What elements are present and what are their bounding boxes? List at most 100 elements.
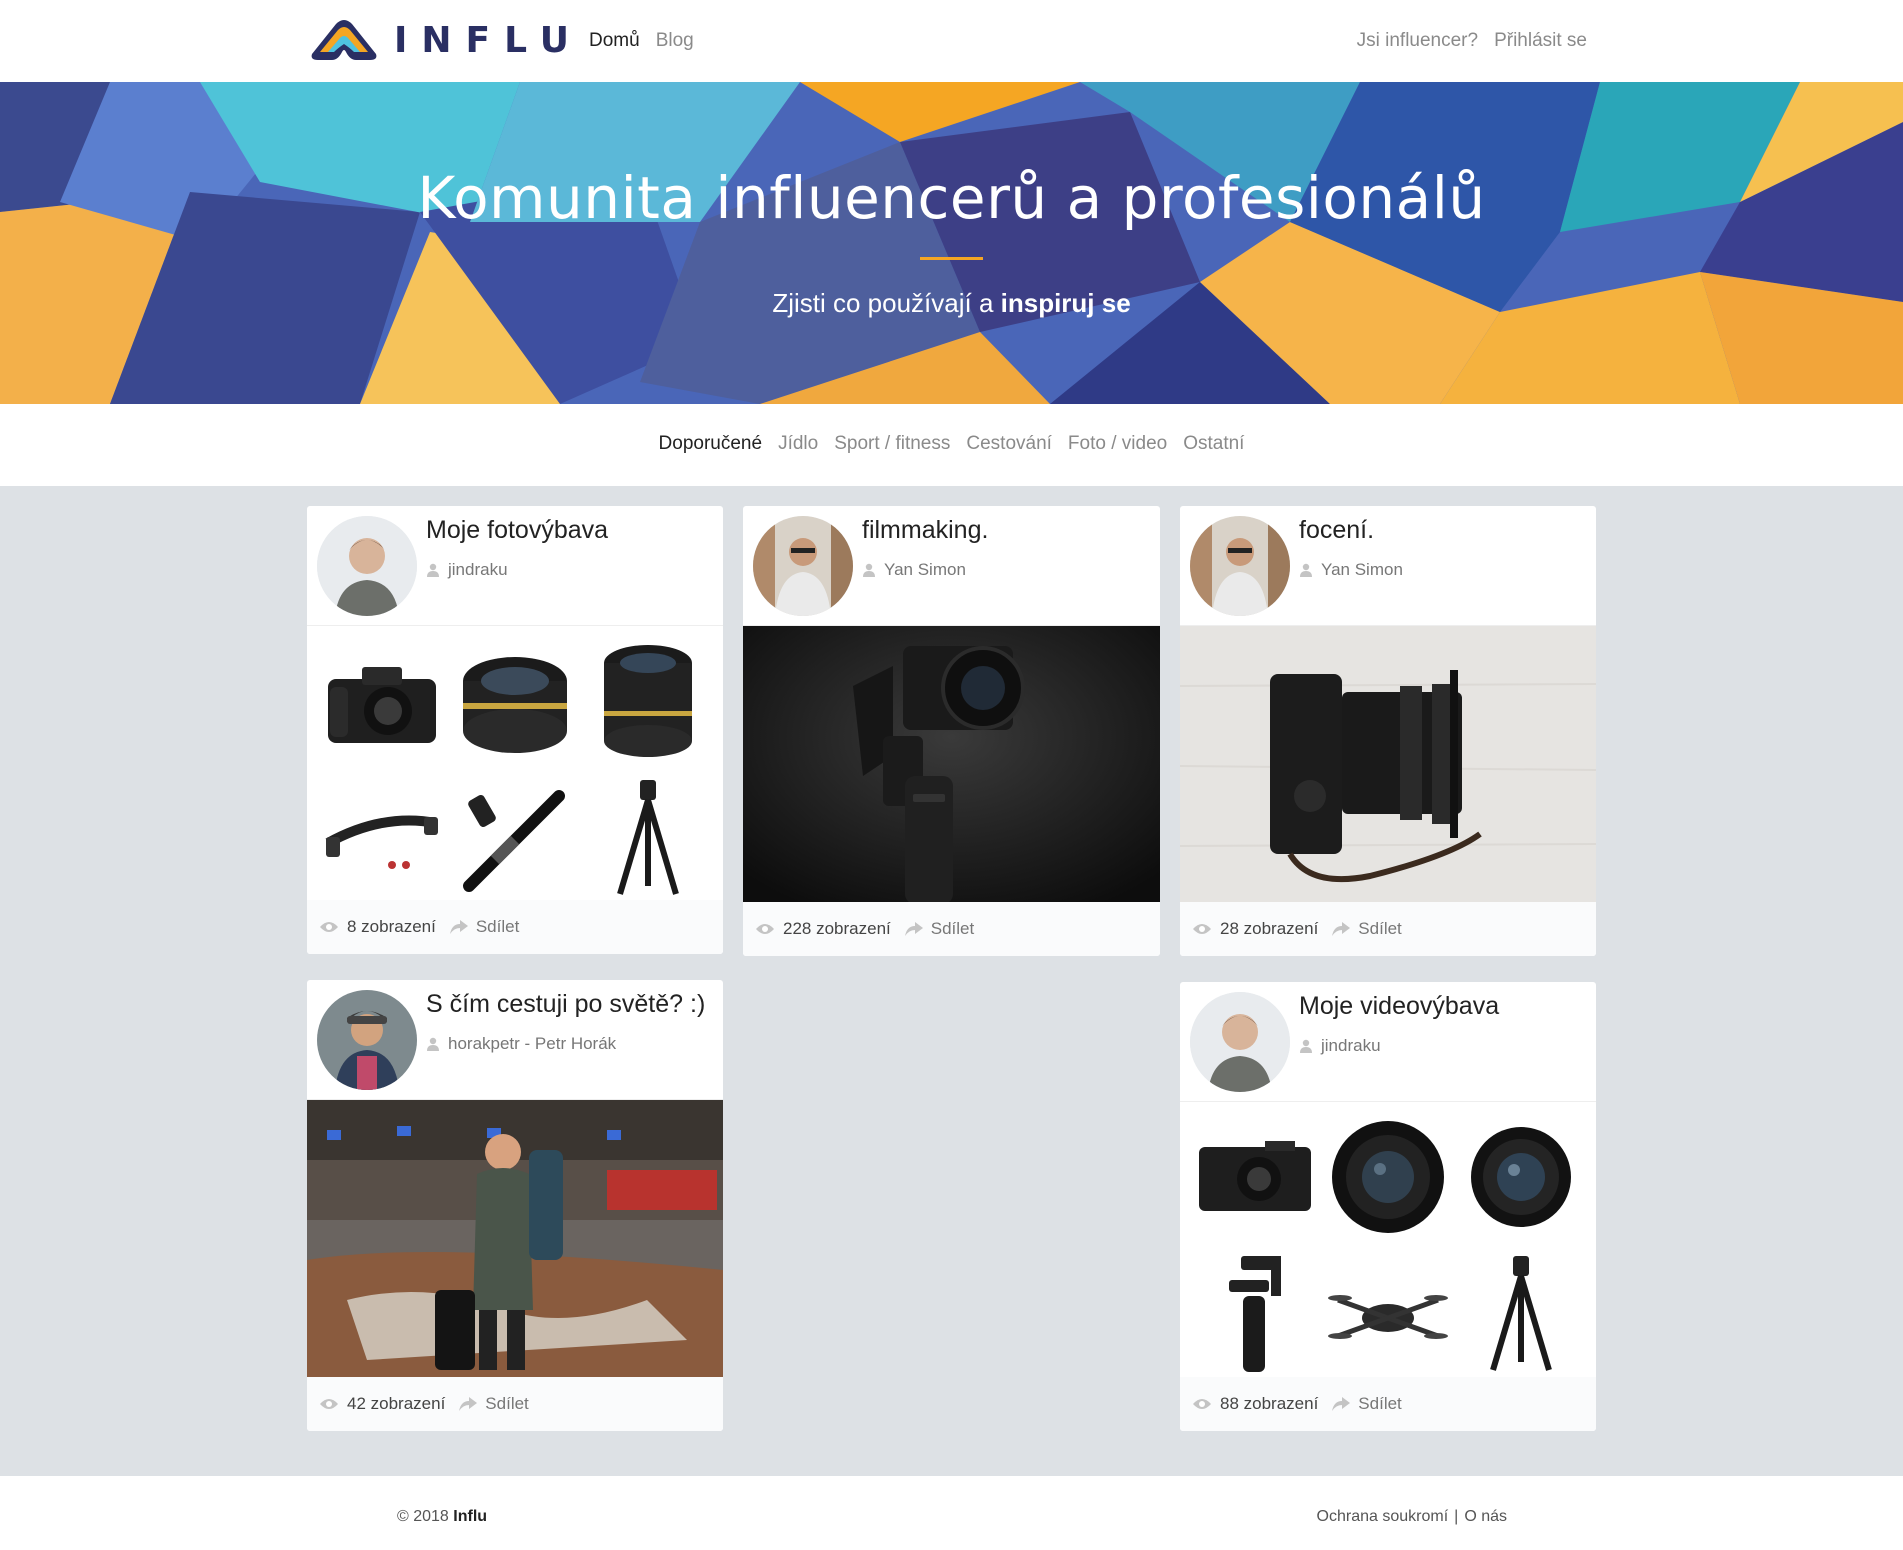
share-button[interactable]: Sdílet — [1332, 1394, 1402, 1414]
copyright: © 2018 Influ — [397, 1508, 487, 1526]
share-button[interactable]: Sdílet — [904, 919, 975, 939]
views-label: 28 zobrazení — [1220, 919, 1319, 938]
nav-login-link[interactable]: Přihlásit se — [1494, 30, 1587, 52]
eye-icon — [1193, 1399, 1211, 1409]
copyright-brand: Influ — [453, 1508, 488, 1525]
author-avatar[interactable] — [753, 516, 853, 616]
user-icon — [1300, 563, 1312, 577]
share-arrow-icon — [1332, 1397, 1351, 1411]
lens-kit-image — [582, 632, 715, 769]
top-navbar: INFLU Domů Blog Jsi influencer? Přihlási… — [0, 0, 1903, 82]
drone-image — [1321, 1245, 1454, 1382]
tab-doporucene[interactable]: Doporučené — [659, 433, 763, 455]
tab-sport-fitness[interactable]: Sport / fitness — [834, 433, 950, 455]
hero-subtitle-text: Zjisti co používají a — [772, 288, 994, 318]
share-arrow-icon — [459, 1397, 478, 1411]
views-count: 28 zobrazení — [1192, 919, 1318, 939]
card-footer: 88 zobrazení Sdílet — [1180, 1377, 1596, 1431]
footer-separator: | — [1454, 1508, 1459, 1525]
card-author[interactable]: horakpetr - Petr Horák — [426, 1034, 616, 1054]
author-avatar[interactable] — [1190, 516, 1290, 616]
tripod-image — [582, 769, 715, 906]
card-author[interactable]: jindraku — [1299, 1036, 1381, 1056]
hero-banner: Komunita influencerů a profesionálů Zjis… — [0, 82, 1903, 404]
brand-logo[interactable]: INFLU — [306, 14, 583, 66]
dslr-camera-image — [315, 632, 448, 769]
nav-home-link[interactable]: Domů — [589, 30, 640, 52]
category-bar: Doporučené Jídlo Sport / fitness Cestová… — [0, 404, 1903, 486]
author-avatar[interactable] — [317, 516, 417, 616]
share-label: Sdílet — [930, 919, 975, 938]
brand-wordmark: INFLU — [394, 19, 584, 61]
card-author[interactable]: Yan Simon — [862, 560, 966, 580]
tab-foto-video[interactable]: Foto / video — [1068, 433, 1167, 455]
share-label: Sdílet — [1358, 1394, 1402, 1413]
share-label: Sdílet — [485, 1394, 529, 1413]
hero-title: Komunita influencerů a profesionálů — [417, 164, 1486, 232]
post-card[interactable]: focení. Yan Simon 28 zobrazení Sdílet — [1180, 506, 1596, 956]
author-avatar[interactable] — [317, 990, 417, 1090]
card-footer: 8 zobrazení Sdílet — [307, 900, 723, 954]
about-link[interactable]: O nás — [1464, 1508, 1507, 1526]
tab-cestovani[interactable]: Cestování — [966, 433, 1052, 455]
tab-jidlo[interactable]: Jídlo — [778, 433, 818, 455]
eye-icon — [1193, 924, 1211, 934]
share-arrow-icon — [1332, 922, 1351, 936]
gimbal-photo[interactable] — [743, 626, 1160, 904]
post-card[interactable]: Moje videovýbava jindraku 88 zobrazení S… — [1180, 982, 1596, 1431]
post-card[interactable]: S čím cestuji po světě? :) horakpetr - P… — [307, 980, 723, 1431]
views-label: 8 zobrazení — [347, 917, 436, 936]
share-button[interactable]: Sdílet — [449, 917, 520, 937]
influ-logo-icon — [311, 20, 377, 60]
hero-divider — [920, 257, 983, 260]
author-name: Yan Simon — [1321, 560, 1403, 579]
nav-influencer-link[interactable]: Jsi influencer? — [1357, 30, 1478, 52]
card-title[interactable]: focení. — [1299, 516, 1374, 545]
share-label: Sdílet — [475, 917, 520, 936]
airport-photo[interactable] — [307, 1100, 723, 1378]
copyright-text: © 2018 — [397, 1508, 449, 1525]
camera-on-wood-photo[interactable] — [1180, 626, 1596, 904]
page-footer: © 2018 Influ Ochrana soukromí | O nás — [0, 1476, 1903, 1550]
share-label: Sdílet — [1358, 919, 1402, 938]
card-title[interactable]: S čím cestuji po světě? :) — [426, 990, 705, 1019]
author-avatar[interactable] — [1190, 992, 1290, 1092]
share-button[interactable]: Sdílet — [1332, 919, 1402, 939]
views-count: 228 zobrazení — [755, 919, 891, 939]
post-card[interactable]: Moje fotovýbava jindraku 8 zobrazení Sdí… — [307, 506, 723, 954]
user-icon — [427, 563, 439, 577]
wide-lens-image — [1455, 1108, 1588, 1245]
post-card[interactable]: filmmaking. Yan Simon 228 zobrazení Sdíl… — [743, 506, 1160, 956]
card-title[interactable]: Moje fotovýbava — [426, 516, 608, 545]
card-title[interactable]: filmmaking. — [862, 516, 988, 545]
gear-grid[interactable] — [1180, 1102, 1596, 1388]
lens-50mm-image — [448, 632, 581, 769]
author-name: horakpetr - Petr Horák — [448, 1034, 617, 1053]
card-footer: 42 zobrazení Sdílet — [307, 1377, 723, 1431]
gear-grid[interactable] — [307, 626, 723, 912]
card-author[interactable]: Yan Simon — [1299, 560, 1403, 580]
nav-blog-link[interactable]: Blog — [656, 30, 694, 52]
card-title[interactable]: Moje videovýbava — [1299, 992, 1499, 1021]
card-author[interactable]: jindraku — [426, 560, 508, 580]
views-label: 88 zobrazení — [1220, 1394, 1319, 1413]
card-footer: 228 zobrazení Sdílet — [743, 902, 1160, 956]
author-name: jindraku — [448, 560, 508, 579]
user-icon — [1300, 1039, 1312, 1053]
tab-ostatni[interactable]: Ostatní — [1183, 433, 1244, 455]
views-count: 8 zobrazení — [319, 917, 436, 937]
user-icon — [863, 563, 875, 577]
card-footer: 28 zobrazení Sdílet — [1180, 902, 1596, 956]
views-count: 42 zobrazení — [319, 1394, 445, 1414]
author-name: Yan Simon — [884, 560, 966, 579]
views-label: 42 zobrazení — [347, 1394, 446, 1413]
hero-pattern-image — [0, 82, 1903, 404]
camera-strap-image — [315, 769, 448, 906]
share-button[interactable]: Sdílet — [459, 1394, 529, 1414]
author-name: jindraku — [1321, 1036, 1381, 1055]
gimbal-image — [1188, 1245, 1321, 1382]
share-arrow-icon — [904, 922, 923, 936]
privacy-link[interactable]: Ochrana soukromí — [1317, 1508, 1449, 1526]
tripod-image — [1455, 1245, 1588, 1382]
prime-lens-image — [1321, 1108, 1454, 1245]
